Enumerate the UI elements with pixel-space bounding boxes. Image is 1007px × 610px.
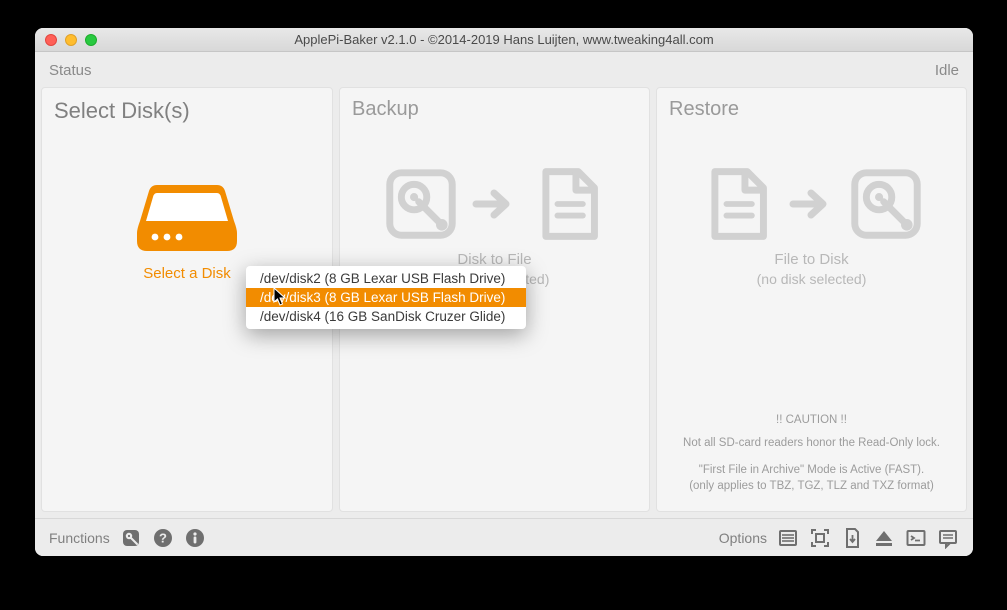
close-icon[interactable] [45,34,57,46]
caution-line2: "First File in Archive" Mode is Active (… [667,462,956,479]
chat-icon[interactable] [937,527,959,549]
restore-graphic[interactable] [669,167,954,241]
panel-restore: Restore File to [656,87,967,512]
info-icon[interactable] [184,527,206,549]
footer: Functions ? Options [35,518,973,556]
dropdown-item[interactable]: /dev/disk2 (8 GB Lexar USB Flash Drive) [246,269,526,288]
terminal-icon[interactable] [905,527,927,549]
dropdown-item[interactable]: /dev/disk3 (8 GB Lexar USB Flash Drive) [246,288,526,307]
caution-line1: Not all SD-card readers honor the Read-O… [667,435,956,452]
caution-line3: (only applies to TBZ, TGZ, TLZ and TXZ f… [667,478,956,495]
functions-label: Functions [49,530,110,546]
disk-dropdown[interactable]: /dev/disk2 (8 GB Lexar USB Flash Drive) … [246,266,526,329]
list-view-icon[interactable] [777,527,799,549]
traffic-lights [45,34,97,46]
help-icon[interactable]: ? [152,527,174,549]
arrow-right-icon [472,181,518,227]
zoom-icon[interactable] [85,34,97,46]
expand-icon[interactable] [809,527,831,549]
footer-right: Options [719,527,959,549]
file-source-icon [701,167,775,241]
disk-source-icon [384,167,458,241]
status-row: Status Idle [35,52,973,87]
disk-info-icon[interactable] [120,527,142,549]
eject-icon[interactable] [873,527,895,549]
svg-text:?: ? [159,530,167,545]
arrow-right-icon [789,181,835,227]
hard-drive-icon [137,179,237,253]
titlebar: ApplePi-Baker v2.1.0 - ©2014-2019 Hans L… [35,28,973,52]
status-label: Status [49,62,92,79]
restore-sub: (no disk selected) [669,271,954,287]
select-disk-label: Select a Disk [143,265,231,282]
options-label: Options [719,530,767,546]
window-title: ApplePi-Baker v2.1.0 - ©2014-2019 Hans L… [35,32,973,47]
file-target-icon [532,167,606,241]
dropdown-item[interactable]: /dev/disk4 (16 GB SanDisk Cruzer Glide) [246,307,526,326]
file-down-icon[interactable] [841,527,863,549]
panel-title-backup: Backup [352,98,637,121]
minimize-icon[interactable] [65,34,77,46]
caution-title: !! CAUTION !! [667,412,956,429]
backup-graphic[interactable] [352,167,637,241]
disk-target-icon [849,167,923,241]
panel-title-restore: Restore [669,98,954,121]
caution-block: !! CAUTION !! Not all SD-card readers ho… [667,412,956,495]
restore-label: File to Disk [669,251,954,268]
panel-title-select: Select Disk(s) [54,98,320,124]
footer-left: Functions ? [49,527,206,549]
status-value: Idle [935,62,959,79]
